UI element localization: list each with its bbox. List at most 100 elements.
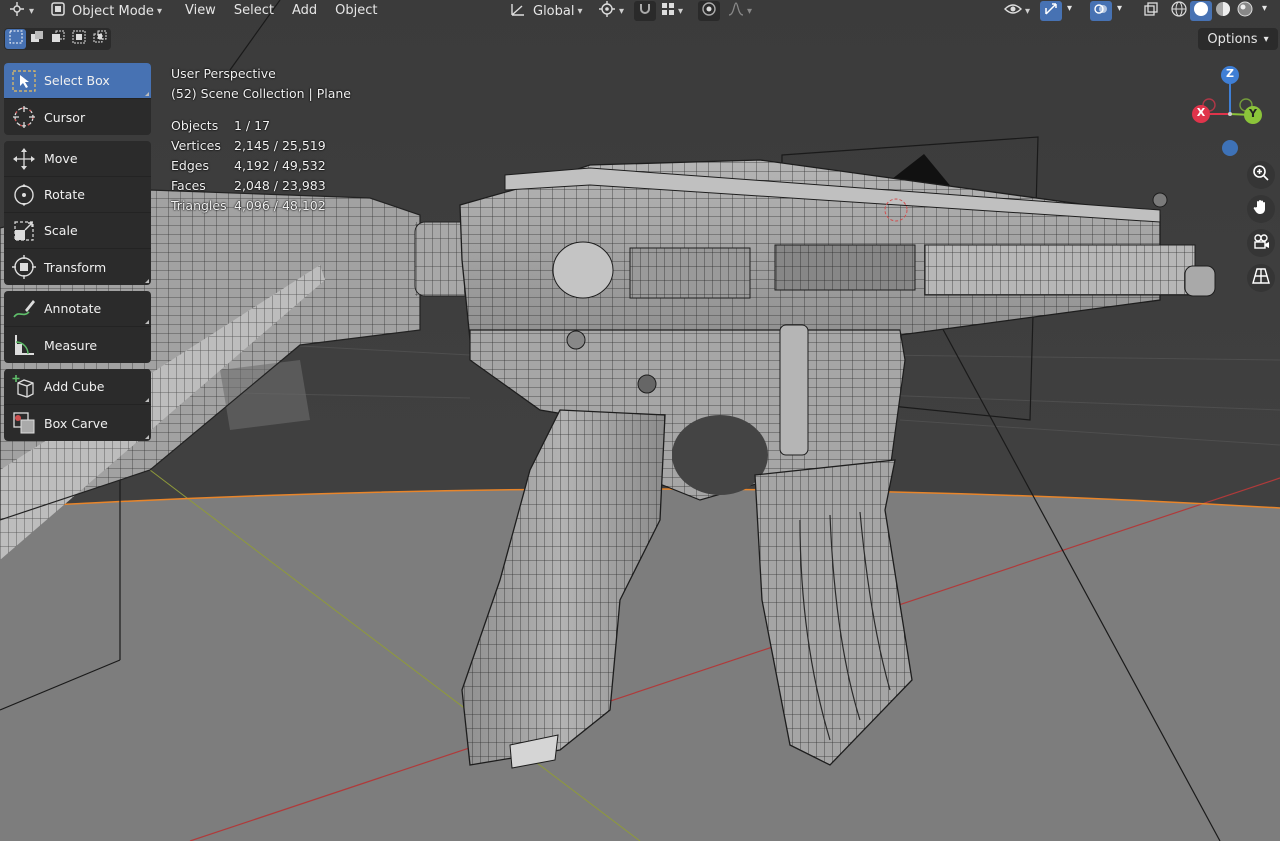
overlays-dropdown-chevron[interactable]: ▾ — [1117, 3, 1122, 14]
shading-rendered[interactable] — [1234, 1, 1256, 21]
menu-object[interactable]: Object — [326, 0, 386, 22]
tool-label: Measure — [44, 337, 98, 353]
tool-rotate[interactable]: Rotate — [4, 177, 151, 213]
camera-icon — [1252, 232, 1270, 254]
snap-element-dropdown[interactable]: ▾ — [655, 0, 689, 22]
chevron-down-icon: ▾ — [1025, 5, 1031, 17]
shading-dropdown-chevron[interactable]: ▾ — [1262, 3, 1267, 14]
tool-shelf: Select Box Cursor Move Rotate Scale Tran… — [4, 63, 151, 447]
options-dropdown[interactable]: Options ▾ — [1198, 28, 1278, 50]
cursor-icon — [4, 99, 44, 135]
tool-options-corner — [145, 398, 149, 402]
tool-label: Rotate — [44, 187, 85, 202]
orientation-label: Global — [533, 3, 575, 19]
select-subtract-mode[interactable] — [47, 29, 68, 49]
editor-type-icon — [8, 1, 26, 21]
proportional-edit-toggle[interactable] — [698, 1, 720, 21]
mode-dropdown[interactable]: Object Mode ▾ — [44, 0, 168, 22]
zoom-icon — [1252, 164, 1270, 186]
options-label: Options — [1207, 31, 1258, 47]
annotate-icon — [4, 291, 44, 327]
orientation-icon — [509, 1, 527, 21]
chevron-down-icon: ▾ — [747, 5, 753, 17]
select-extend-mode[interactable] — [26, 29, 47, 49]
gizmo-axis-x-label[interactable]: X — [1195, 106, 1207, 119]
stat-objects: Objects 1 / 17 — [171, 118, 271, 133]
proportional-edit-icon — [702, 2, 716, 20]
falloff-curve-icon — [728, 2, 744, 20]
gizmo-toggle[interactable] — [1040, 1, 1062, 21]
select-extend-icon — [30, 30, 44, 48]
select-new-icon — [9, 30, 23, 48]
menu-view[interactable]: View — [176, 0, 225, 22]
proportional-falloff-dropdown[interactable]: ▾ — [722, 0, 758, 22]
tool-box-carve[interactable]: Box Carve — [4, 405, 151, 441]
rotate-icon — [4, 177, 44, 213]
gizmo-axis-z-label[interactable]: Z — [1224, 67, 1236, 80]
tool-group-annotate: Annotate Measure — [4, 291, 151, 363]
select-intersect-mode[interactable] — [89, 29, 110, 49]
chevron-down-icon: ▾ — [577, 5, 583, 17]
overlays-toggle[interactable] — [1090, 1, 1112, 21]
shading-wireframe[interactable] — [1168, 1, 1190, 21]
shading-solid[interactable] — [1190, 1, 1212, 21]
pan-button[interactable] — [1247, 195, 1275, 223]
tool-options-corner — [145, 320, 149, 324]
tool-add-cube[interactable]: Add Cube — [4, 369, 151, 405]
tool-label: Scale — [44, 223, 78, 238]
chevron-down-icon: ▾ — [619, 5, 625, 17]
gizmo-axis-y-label[interactable]: Y — [1247, 107, 1259, 120]
box-carve-icon — [4, 405, 44, 441]
chevron-down-icon: ▾ — [1263, 33, 1269, 45]
move-icon — [4, 141, 44, 177]
tool-label: Cursor — [44, 109, 86, 125]
tool-label: Select Box — [44, 73, 110, 88]
tool-label: Box Carve — [44, 415, 108, 431]
tool-group-transform: Move Rotate Scale Transform — [4, 141, 151, 285]
tool-select-box[interactable]: Select Box — [4, 63, 151, 99]
editor-type-button[interactable]: ▾ — [0, 0, 40, 22]
select-new-mode[interactable] — [5, 29, 26, 49]
navigation-gizmo[interactable]: Z X Y — [1185, 62, 1275, 162]
visibility-dropdown[interactable]: ▾ — [998, 0, 1036, 22]
snap-grid-icon — [661, 2, 675, 20]
tool-move[interactable]: Move — [4, 141, 151, 177]
select-box-icon — [4, 63, 44, 99]
snap-toggle[interactable] — [634, 1, 656, 21]
magnet-icon — [638, 2, 652, 20]
select-subtract-icon — [51, 30, 65, 48]
chevron-down-icon: ▾ — [29, 5, 35, 17]
tool-annotate[interactable]: Annotate — [4, 291, 151, 327]
viewport-header: ▾ Object Mode ▾ View Select Add Object G… — [0, 0, 1280, 22]
hand-icon — [1252, 198, 1270, 220]
transform-orientation-dropdown[interactable]: Global ▾ — [503, 0, 589, 22]
pivot-icon — [598, 1, 616, 21]
wireframe-sphere-icon — [1171, 1, 1187, 21]
zoom-button[interactable] — [1247, 161, 1275, 189]
tool-scale[interactable]: Scale — [4, 213, 151, 249]
xray-toggle[interactable] — [1140, 1, 1162, 21]
viewport-stats-overlay: User Perspective (52) Scene Collection |… — [171, 64, 351, 216]
camera-view-button[interactable] — [1247, 229, 1275, 257]
tool-transform[interactable]: Transform — [4, 249, 151, 285]
solid-sphere-icon — [1193, 1, 1209, 21]
pivot-point-dropdown[interactable]: ▾ — [592, 0, 630, 22]
scale-icon — [4, 213, 44, 249]
menu-select[interactable]: Select — [225, 0, 283, 22]
tool-options-corner — [145, 435, 149, 439]
stat-triangles: Triangles 4,096 / 48,102 — [171, 198, 326, 213]
tool-cursor[interactable]: Cursor — [4, 99, 151, 135]
perspective-toggle-button[interactable] — [1247, 264, 1275, 292]
overlays-icon — [1094, 2, 1108, 20]
stat-vertices: Vertices 2,145 / 25,519 — [171, 138, 326, 153]
tool-measure[interactable]: Measure — [4, 327, 151, 363]
gizmo-dropdown-chevron[interactable]: ▾ — [1067, 3, 1072, 14]
tool-label: Transform — [44, 259, 107, 275]
measure-icon — [4, 327, 44, 363]
menu-add[interactable]: Add — [283, 0, 326, 22]
tool-label: Annotate — [44, 301, 102, 316]
shading-material[interactable] — [1212, 1, 1234, 21]
gizmo-icon — [1044, 2, 1058, 20]
tool-label: Add Cube — [44, 379, 105, 394]
select-invert-mode[interactable] — [68, 29, 89, 49]
